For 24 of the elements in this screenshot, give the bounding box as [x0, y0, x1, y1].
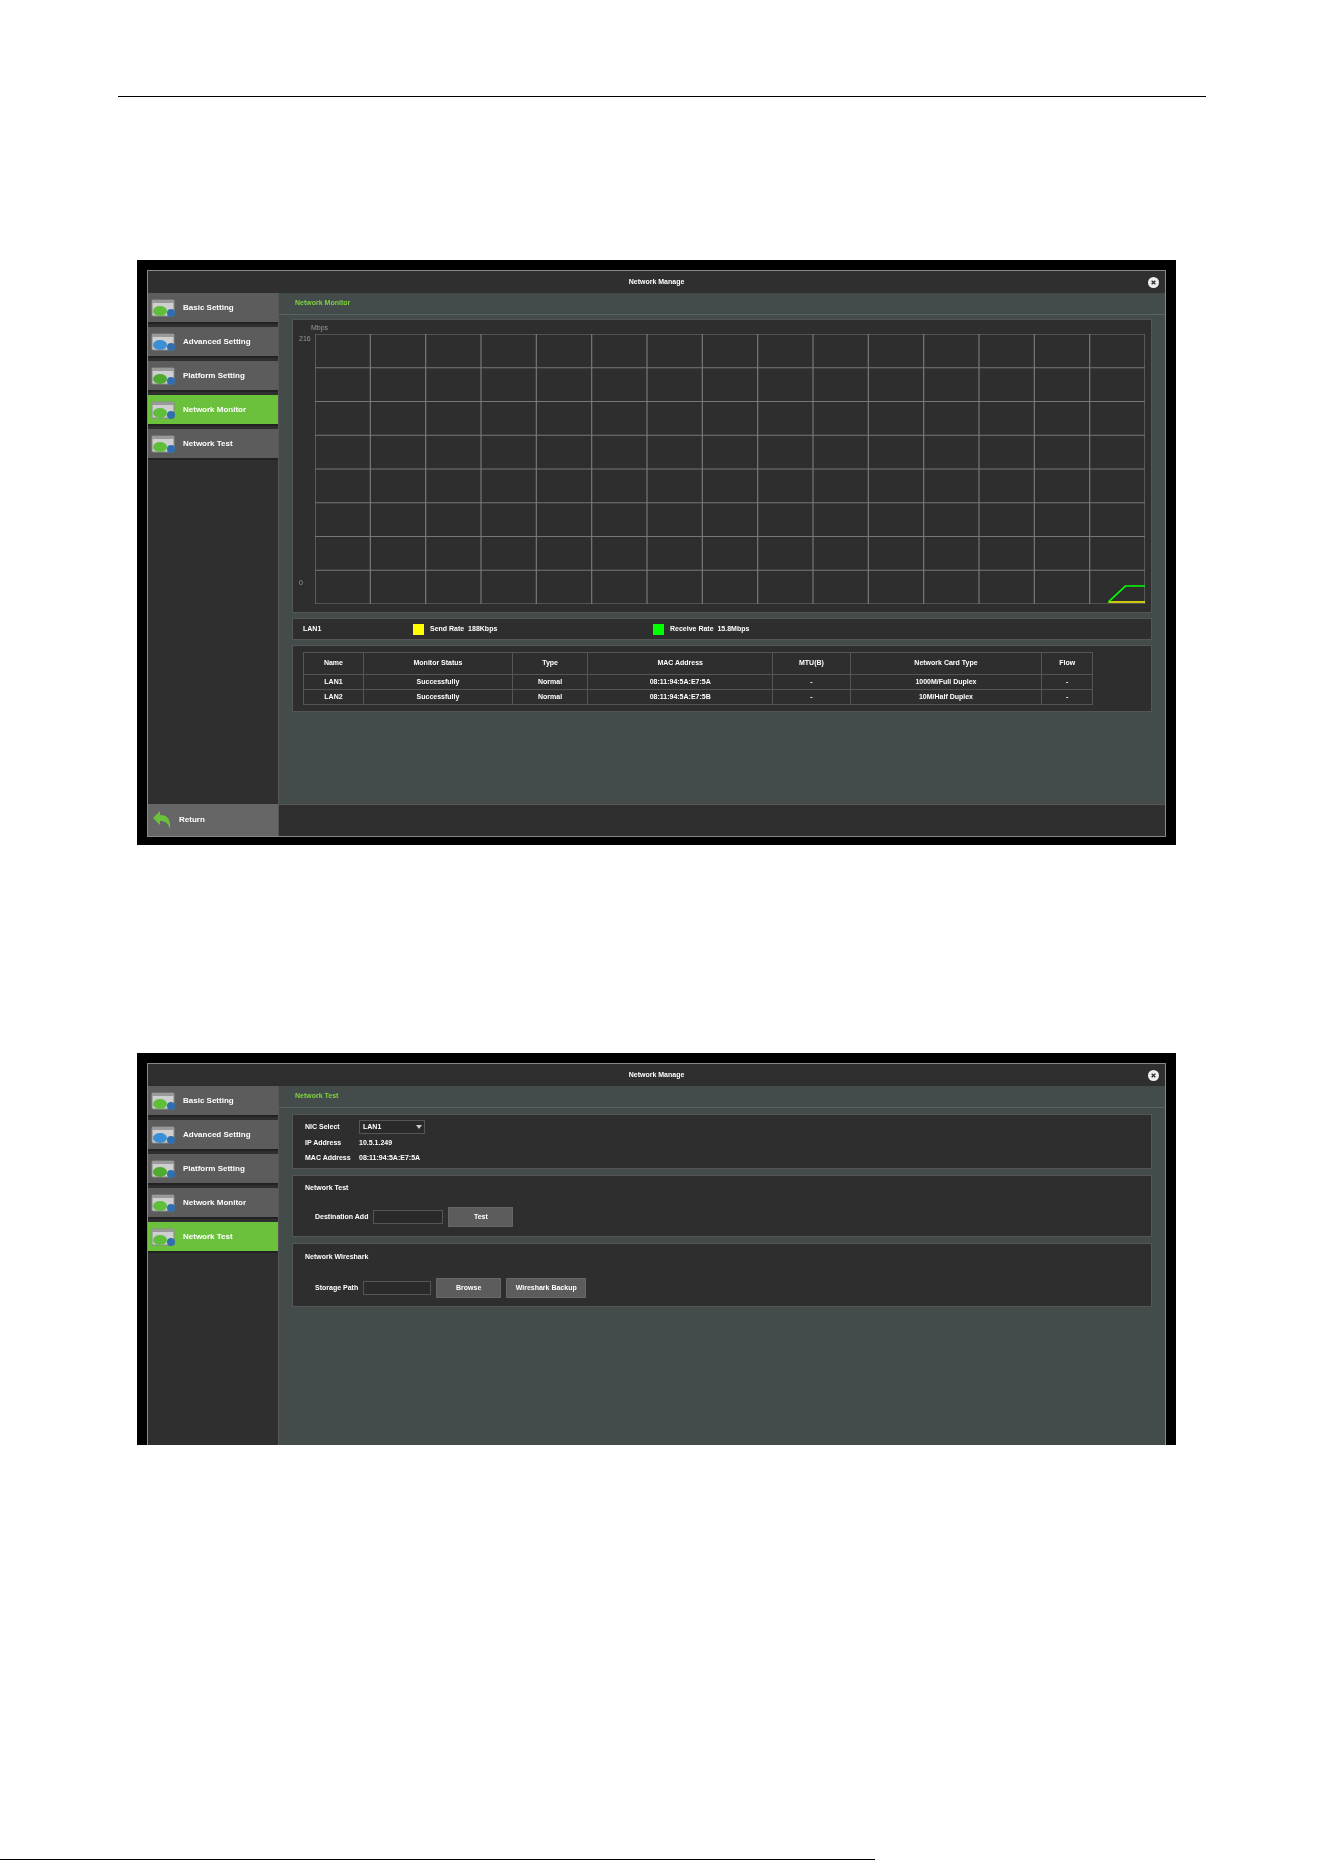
destination-field[interactable]	[373, 1210, 444, 1225]
return-button[interactable]: Return	[148, 804, 278, 836]
back-arrow-icon	[151, 809, 173, 831]
app-icon	[151, 1124, 177, 1145]
close-icon[interactable]	[1148, 1069, 1159, 1081]
app-icon	[151, 331, 177, 352]
app-icon	[151, 1192, 177, 1213]
app-icon	[151, 297, 177, 318]
sidebar-item[interactable]: Network Monitor	[148, 1188, 278, 1219]
app-icon	[151, 365, 177, 386]
sidebar-item[interactable]: Network Test	[148, 429, 278, 460]
sidebar-item[interactable]: Advanced Setting	[148, 1120, 278, 1151]
storage-path-field[interactable]	[363, 1281, 432, 1296]
app-icon	[151, 433, 177, 454]
app-icon	[151, 399, 177, 420]
sidebar-item[interactable]: Advanced Setting	[148, 327, 278, 358]
app-icon	[151, 1158, 177, 1179]
close-icon[interactable]	[1148, 276, 1159, 288]
sidebar-item[interactable]: Platform Setting	[148, 361, 278, 392]
sidebar-item[interactable]: Platform Setting	[148, 1154, 278, 1185]
sidebar-item[interactable]: Basic Setting	[148, 1086, 278, 1117]
sidebar-item[interactable]: Basic Setting	[148, 293, 278, 324]
app-icon	[151, 1090, 177, 1111]
app-icon	[151, 1226, 177, 1247]
